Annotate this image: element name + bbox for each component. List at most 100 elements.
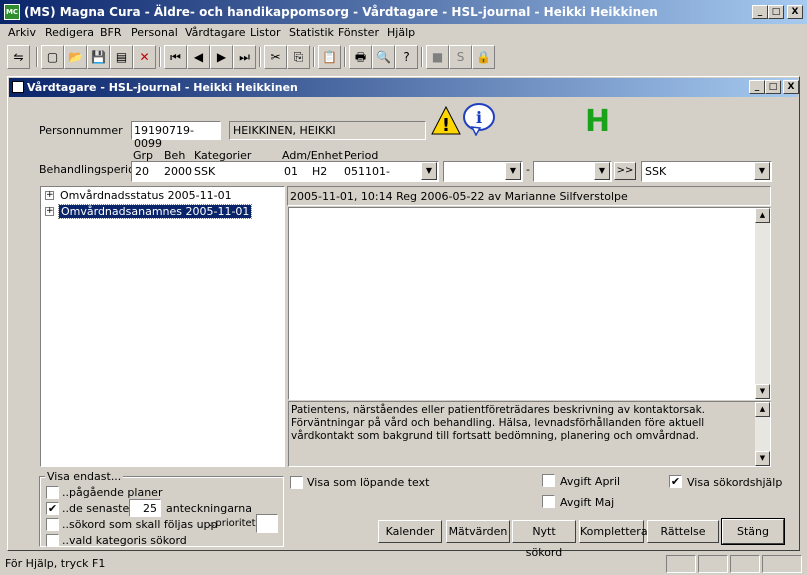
sokord-label: ..sökord som skall följas upp bbox=[62, 518, 218, 531]
print-preview-icon[interactable]: ▤ bbox=[110, 45, 133, 69]
senaste-checkbox[interactable]: ✔ bbox=[46, 502, 59, 515]
menu-redigera[interactable]: Redigera bbox=[45, 26, 94, 39]
expand-icon[interactable]: + bbox=[45, 191, 54, 200]
patient-name-field: HEIKKINEN, HEIKKI bbox=[229, 121, 426, 140]
cut-icon[interactable]: ✂ bbox=[264, 45, 287, 69]
toolbar-separator bbox=[36, 47, 38, 67]
lopande-text-checkbox[interactable] bbox=[290, 476, 303, 489]
open-folder-icon[interactable]: 📂 bbox=[64, 45, 87, 69]
copy-icon[interactable]: ⎘ bbox=[287, 45, 310, 69]
pagaende-label: ..pågående planer bbox=[62, 486, 163, 499]
menu-hjalp[interactable]: Hjälp bbox=[387, 26, 415, 39]
lopande-text-label: Visa som löpande text bbox=[307, 476, 430, 489]
tree-item-omvardnadsstatus[interactable]: Omvårdnadsstatus 2005-11-01 bbox=[60, 189, 232, 202]
import-icon[interactable]: ⇋ bbox=[7, 45, 30, 69]
child-maximize-button[interactable]: □ bbox=[765, 80, 781, 94]
scroll-down-icon[interactable]: ▼ bbox=[755, 451, 770, 466]
child-title-bar: Vårdtagare - HSL-journal - Heikki Heikki… bbox=[9, 78, 799, 97]
prioritet-input[interactable] bbox=[256, 514, 278, 533]
avgift-maj-checkbox[interactable] bbox=[542, 495, 555, 508]
menu-bar: Arkiv Redigera BFR Personal Vårdtagare L… bbox=[0, 24, 807, 42]
expand-icon[interactable]: + bbox=[45, 207, 54, 216]
pagaende-checkbox[interactable] bbox=[46, 486, 59, 499]
paste-icon[interactable]: 📋 bbox=[318, 45, 341, 69]
child-close-button[interactable]: X bbox=[783, 80, 799, 94]
print-icon[interactable]: 🖶 bbox=[349, 45, 372, 69]
matvarden-button[interactable]: Mätvärden bbox=[446, 520, 510, 543]
first-record-icon[interactable]: ⏮ bbox=[164, 45, 187, 69]
close-button[interactable]: X bbox=[787, 5, 803, 19]
date-to-select[interactable]: ▼ bbox=[533, 161, 612, 182]
personnummer-field[interactable]: 19190719-0099 bbox=[131, 121, 221, 150]
kategori-checkbox[interactable] bbox=[46, 534, 59, 547]
stang-button[interactable]: Stäng bbox=[721, 518, 785, 545]
new-document-icon[interactable]: ▢ bbox=[41, 45, 64, 69]
app-icon[interactable]: MC bbox=[4, 4, 20, 20]
sokordshjalp-label: Visa sökordshjälp bbox=[687, 476, 783, 489]
nytt-sokord-button[interactable]: Nytt sökord bbox=[512, 520, 576, 559]
menu-arkiv[interactable]: Arkiv bbox=[8, 26, 36, 39]
menu-vardtagare[interactable]: Vårdtagare bbox=[185, 26, 246, 39]
help-text-panel: Patientens, närståendes eller patientför… bbox=[288, 401, 771, 467]
s-icon[interactable]: S bbox=[449, 45, 472, 69]
toolbar: ⇋ ▢ 📂 💾 ▤ ✕ ⏮ ◀ ▶ ⏭ ✂ ⎘ 📋 🖶 🔍? ■ S 🔒 bbox=[4, 45, 504, 73]
behandlingsperiod-select[interactable]: 20 2000 SSK 01 H2 051101- ▼ bbox=[131, 161, 439, 182]
adm-value: 01 bbox=[284, 165, 298, 178]
toolbar-separator bbox=[259, 47, 261, 67]
kalender-button[interactable]: Kalender bbox=[378, 520, 442, 543]
lock-icon[interactable]: 🔒 bbox=[472, 45, 495, 69]
menu-bfr[interactable]: BFR bbox=[100, 26, 122, 39]
sokord-checkbox[interactable] bbox=[46, 518, 59, 531]
info-icon[interactable]: i bbox=[462, 102, 496, 137]
toolbar-separator bbox=[313, 47, 315, 67]
toolbar-separator bbox=[421, 47, 423, 67]
note-scrollbar[interactable] bbox=[755, 208, 770, 399]
chevron-down-icon[interactable]: ▼ bbox=[421, 162, 437, 180]
grp-value: 20 bbox=[135, 165, 149, 178]
scroll-down-icon[interactable]: ▼ bbox=[755, 384, 770, 399]
prioritet-label: ..prioritet bbox=[209, 518, 256, 529]
menu-personal[interactable]: Personal bbox=[131, 26, 178, 39]
info-glyph: i bbox=[476, 108, 482, 127]
scroll-up-icon[interactable]: ▲ bbox=[755, 402, 770, 417]
help-icon[interactable]: ? bbox=[395, 45, 418, 69]
menu-listor[interactable]: Listor bbox=[250, 26, 280, 39]
child-window-icon[interactable] bbox=[12, 81, 24, 93]
forward-button[interactable]: >> bbox=[614, 162, 636, 180]
date-from-select[interactable]: ▼ bbox=[443, 161, 523, 182]
child-minimize-button[interactable]: _ bbox=[749, 80, 765, 94]
minimize-button[interactable]: _ bbox=[752, 5, 768, 19]
tree-item-omvardnadsanamnes[interactable]: Omvårdnadsanamnes 2005-11-01 bbox=[57, 204, 253, 219]
senaste-count-input[interactable]: 25 bbox=[129, 499, 161, 517]
menu-fonster[interactable]: Fönster bbox=[338, 26, 379, 39]
date-separator: - bbox=[526, 163, 530, 176]
delete-icon[interactable]: ✕ bbox=[133, 45, 156, 69]
next-record-icon[interactable]: ▶ bbox=[210, 45, 233, 69]
sokordshjalp-checkbox[interactable]: ✔ bbox=[669, 475, 682, 488]
senaste-label: ..de senaste bbox=[62, 502, 130, 515]
save-icon[interactable]: 💾 bbox=[87, 45, 110, 69]
status-panel-1 bbox=[666, 555, 696, 573]
chevron-down-icon[interactable]: ▼ bbox=[754, 162, 770, 180]
warning-glyph: ! bbox=[442, 115, 450, 136]
journal-tree[interactable]: + Omvårdnadsstatus 2005-11-01 + Omvårdna… bbox=[40, 186, 285, 467]
preview-icon[interactable]: 🔍 bbox=[372, 45, 395, 69]
rattelse-button[interactable]: Rättelse bbox=[647, 520, 719, 543]
menu-statistik[interactable]: Statistik bbox=[289, 26, 334, 39]
previous-record-icon[interactable]: ◀ bbox=[187, 45, 210, 69]
avgift-april-checkbox[interactable] bbox=[542, 474, 555, 487]
child-title: Vårdtagare - HSL-journal - Heikki Heikki… bbox=[27, 81, 298, 94]
note-textarea[interactable]: ▲ ▼ bbox=[288, 207, 771, 400]
kategori-filter-select[interactable]: SSK ▼ bbox=[641, 161, 772, 182]
warning-icon[interactable]: ! bbox=[431, 104, 461, 136]
app-title: (MS) Magna Cura - Äldre- och handikappom… bbox=[24, 5, 658, 19]
last-record-icon[interactable]: ⏭ bbox=[233, 45, 256, 69]
komplettera-button[interactable]: Komplettera bbox=[579, 520, 648, 543]
maximize-button[interactable]: □ bbox=[768, 5, 784, 19]
stop-icon[interactable]: ■ bbox=[426, 45, 449, 69]
visa-endast-title: Visa endast... bbox=[45, 470, 124, 483]
scroll-up-icon[interactable]: ▲ bbox=[755, 208, 770, 223]
chevron-down-icon[interactable]: ▼ bbox=[594, 162, 610, 180]
chevron-down-icon[interactable]: ▼ bbox=[505, 162, 521, 180]
toolbar-separator bbox=[159, 47, 161, 67]
